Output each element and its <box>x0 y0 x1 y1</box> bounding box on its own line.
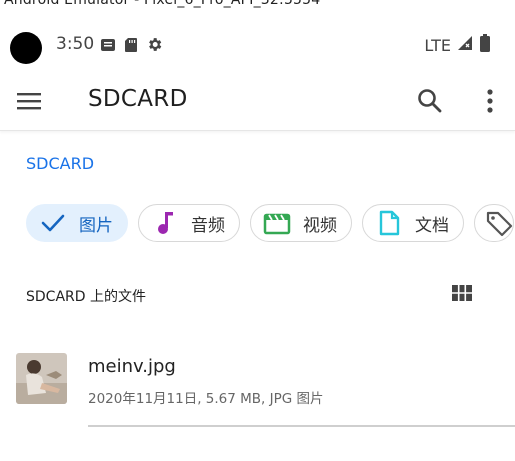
chip-label: 文档 <box>415 215 449 236</box>
file-list-item[interactable]: meinv.jpg 2020年11月11日, 5.67 MB, JPG 图片 <box>0 340 515 428</box>
status-icons-right: LTE <box>424 34 491 56</box>
battery-icon <box>479 34 491 56</box>
music-note-icon <box>151 209 179 237</box>
app-bar-title: SDCARD <box>88 86 188 112</box>
grid-view-button[interactable] <box>450 281 476 307</box>
section-title: SDCARD 上的文件 <box>26 289 146 305</box>
file-meta: 2020年11月11日, 5.67 MB, JPG 图片 <box>88 391 324 407</box>
more-vert-icon <box>487 89 493 113</box>
status-icons-left <box>100 36 163 57</box>
chip-label: 视频 <box>303 215 337 236</box>
document-icon <box>375 209 403 237</box>
image-thumbnail <box>16 353 67 404</box>
chip-documents[interactable]: 文档 <box>362 204 464 242</box>
list-divider <box>88 425 515 427</box>
notification-icon <box>100 37 116 57</box>
search-icon <box>418 89 442 113</box>
status-time: 3:50 <box>56 34 95 54</box>
status-bar: 3:50 LTE <box>0 28 515 64</box>
more-options-button[interactable] <box>476 87 504 117</box>
file-name: meinv.jpg <box>88 356 176 377</box>
breadcrumb-root[interactable]: SDCARD <box>26 154 94 173</box>
chip-label: 图片 <box>79 215 113 236</box>
search-button[interactable] <box>416 87 446 117</box>
chip-audio[interactable]: 音频 <box>138 204 240 242</box>
network-type: LTE <box>424 35 451 55</box>
menu-button[interactable] <box>16 88 46 116</box>
grid-view-icon <box>452 285 472 301</box>
chip-other[interactable] <box>474 204 514 242</box>
app-bar: SDCARD <box>0 74 515 131</box>
camera-cutout <box>10 32 42 64</box>
settings-gear-icon <box>146 36 163 57</box>
signal-icon <box>457 35 473 55</box>
filter-chips: 图片 音频 视频 文档 <box>26 204 514 242</box>
chip-images[interactable]: 图片 <box>26 204 128 242</box>
check-icon <box>39 209 67 237</box>
tag-icon <box>485 209 513 237</box>
sd-card-icon <box>124 37 138 57</box>
chip-label: 音频 <box>191 215 225 236</box>
movie-icon <box>263 209 291 237</box>
menu-icon <box>17 93 41 110</box>
window-title: Android Emulator - Pixel_6_Pro_API_32:55… <box>4 0 321 8</box>
chip-video[interactable]: 视频 <box>250 204 352 242</box>
